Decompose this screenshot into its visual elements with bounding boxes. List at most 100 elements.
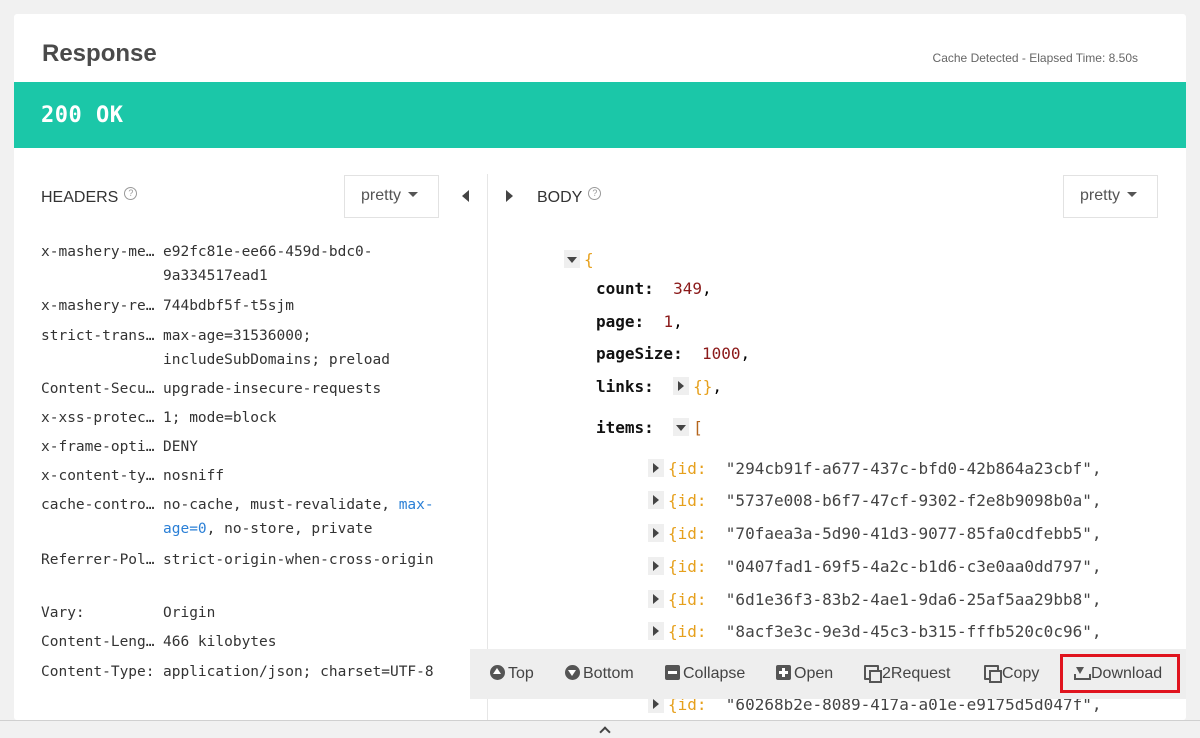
json-string: "0407fad1-69f5-4a2c-b1d6-c3e0aa0dd797", [725,557,1102,576]
body-format-value: pretty [1080,187,1121,204]
arrow-up-circle-icon [490,665,505,680]
json-comma: , [701,279,712,298]
json-item-prefix: {id: [668,557,707,576]
toggle-expand-icon[interactable] [648,491,664,509]
header-key: Content-Type: [41,664,155,680]
body-label: BODY? [537,187,602,207]
header-key: Vary: [41,605,85,621]
headers-format-value: pretty [361,187,402,204]
header-value: 744bdbf5f-t5sjm [163,298,294,314]
headers-format-select[interactable]: pretty [344,175,439,218]
document-icon [864,665,882,683]
chevron-down-icon [408,192,419,197]
toggle-expand-icon[interactable] [648,524,664,542]
json-string: "6d1e36f3-83b2-4ae1-9da6-25af5aa29bb8", [725,590,1102,609]
expand-right-icon[interactable] [506,190,513,202]
copy-button[interactable]: Copy [984,649,1039,699]
json-comma: , [712,377,722,396]
json-key: items: [596,418,654,437]
header-value: upgrade-insecure-requests [163,381,382,397]
header-key: Content-Secu… [41,381,155,397]
json-field-count: count: 349, [596,279,712,298]
json-key: links: [596,377,654,396]
copy-button-label: Copy [1002,665,1040,682]
body-format-select[interactable]: pretty [1063,175,1158,218]
header-value: e92fc81e-ee66-459d-bdc0-9a334517ead1 [163,244,373,284]
json-number: 1000 [701,344,741,363]
toggle-expand-icon[interactable] [648,459,664,477]
json-object: {} [693,377,713,396]
json-item: {id: "8acf3e3c-9e3d-45c3-b315-fffb520c0c… [648,622,1101,641]
json-comma: , [673,312,683,331]
cache-info: Cache Detected - Elapsed Time: 8.50s [932,51,1138,65]
json-string: "5737e008-b6f7-47cf-9302-f2e8b9098b0a", [725,491,1102,510]
download-highlight [1060,654,1180,693]
json-item-prefix: {id: [668,459,707,478]
json-number: 1 [663,312,674,331]
header-key: x-xss-protec… [41,410,155,426]
json-open-brace: { [584,250,594,269]
header-value: nosniff [163,468,225,484]
json-item: {id: "70faea3a-5d90-41d3-9077-85fa0cdfeb… [648,524,1101,543]
header-value: 466 kilobytes [163,634,277,650]
json-item: {id: "294cb91f-a677-437c-bfd0-42b864a23c… [648,459,1101,478]
json-string: "8acf3e3c-9e3d-45c3-b315-fffb520c0c96", [725,622,1102,641]
open-button[interactable]: Open [776,649,833,699]
toggle-expand-icon[interactable] [673,377,690,395]
body-label-text: BODY [537,189,583,206]
header-key: Referrer-Pol… [41,552,155,568]
plus-square-icon [776,665,791,680]
header-key: cache-contro… [41,497,155,513]
json-open-bracket: [ [693,418,703,437]
json-field-pagesize: pageSize: 1000, [596,344,750,363]
collapse-button[interactable]: Collapse [665,649,745,699]
collapse-left-icon[interactable] [462,190,469,202]
body-help-icon[interactable]: ? [588,187,602,200]
response-title: Response [42,40,157,67]
collapse-button-label: Collapse [683,665,746,682]
json-field-links: links: {}, [596,377,722,396]
header-key: x-mashery-re… [41,298,155,314]
toggle-expand-icon[interactable] [648,590,664,608]
status-banner: 200 OK [14,82,1186,148]
top-button[interactable]: Top [490,649,534,699]
minus-square-icon [665,665,680,680]
json-root: { [564,250,594,269]
json-item: {id: "5737e008-b6f7-47cf-9302-f2e8b9098b… [648,491,1101,510]
header-value: no-cache, must-revalidate, max-age=0, no… [163,493,453,541]
json-field-page: page: 1, [596,312,683,331]
header-value: strict-origin-when-cross-origin [163,552,434,568]
headers-help-icon[interactable]: ? [124,187,138,200]
open-button-label: Open [794,665,834,682]
toggle-collapse-icon[interactable] [564,250,580,268]
bottom-button[interactable]: Bottom [565,649,634,699]
header-key: x-mashery-me… [41,244,155,260]
json-string: "70faea3a-5d90-41d3-9077-85fa0cdfebb5", [725,524,1102,543]
json-item: {id: "6d1e36f3-83b2-4ae1-9da6-25af5aa29b… [648,590,1101,609]
json-key: count: [596,279,654,298]
header-key: Content-Leng… [41,634,155,650]
header-key: x-frame-opti… [41,439,155,455]
toggle-expand-icon[interactable] [648,622,664,640]
response-card: Response Cache Detected - Elapsed Time: … [14,14,1186,720]
header-value-part: no-cache, must-revalidate, [163,497,399,513]
json-item-prefix: {id: [668,622,707,641]
toggle-expand-icon[interactable] [648,557,664,575]
header-value-part: , no-store, private [206,521,373,537]
panel-divider [487,174,488,720]
headers-label-text: HEADERS [41,189,119,206]
header-key: strict-trans… [41,328,155,344]
chevron-down-icon [1127,192,1138,197]
to-request-button[interactable]: 2Request [864,649,951,699]
copy-icon [984,665,1002,683]
json-comma: , [740,344,751,363]
arrow-down-circle-icon [565,665,580,680]
header-key: x-content-ty… [41,468,155,484]
json-number: 349 [673,279,702,298]
toggle-collapse-icon[interactable] [673,418,690,436]
json-key: pageSize: [596,344,683,363]
top-button-label: Top [508,665,534,682]
header-value: max-age=31536000; includeSubDomains; pre… [163,328,390,368]
header-value: application/json; charset=UTF-8 [163,664,434,680]
json-string: "294cb91f-a677-437c-bfd0-42b864a23cbf", [725,459,1102,478]
